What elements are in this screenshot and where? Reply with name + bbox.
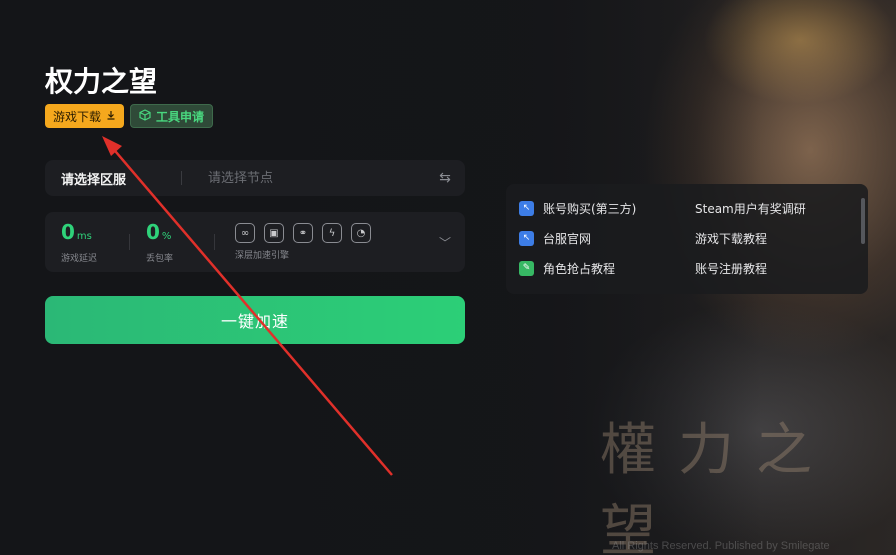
annotation-arrow: [102, 136, 393, 476]
